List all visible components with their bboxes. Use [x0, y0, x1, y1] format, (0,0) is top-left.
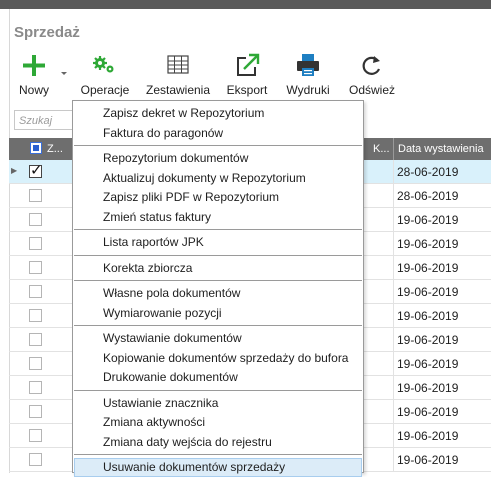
plus-icon [13, 52, 55, 80]
cell-divider [393, 328, 394, 352]
refresh-button-label: Odśwież [348, 83, 395, 97]
row-checkbox[interactable] [29, 213, 42, 226]
menu-item[interactable]: Własne pola dokumentów [74, 284, 362, 303]
search-input[interactable]: Szukaj [14, 110, 74, 130]
menu-item[interactable]: Zmiana aktywności [74, 413, 362, 432]
row-indicator-icon: ▶ [11, 166, 18, 175]
export-arrow-icon [224, 52, 270, 80]
menu-separator [74, 229, 362, 230]
menu-item[interactable]: Kopiowanie dokumentów sprzedaży do bufor… [74, 349, 362, 368]
issue-date-cell: 19-06-2019 [397, 381, 459, 395]
menu-item[interactable]: Wymiarowanie pozycji [74, 304, 362, 323]
column-header-issue-date[interactable]: Data wystawienia [398, 138, 484, 160]
menu-item[interactable]: Zapisz dekret w Repozytorium [74, 104, 362, 123]
row-checkbox[interactable] [29, 261, 42, 274]
menu-separator [74, 389, 362, 391]
row-checkbox[interactable] [29, 161, 43, 179]
menu-item[interactable]: Repozytorium dokumentów [74, 149, 362, 168]
issue-date-cell: 28-06-2019 [397, 189, 459, 203]
cell-divider [393, 256, 394, 280]
menu-item[interactable]: Ustawianie znacznika [74, 394, 362, 413]
menu-item[interactable]: Faktura do paragonów [74, 124, 362, 143]
table-icon [144, 52, 212, 80]
cell-divider [393, 208, 394, 232]
menu-item[interactable]: Zmień status faktury [74, 208, 362, 227]
column-header-z[interactable]: Z... [47, 138, 63, 160]
cell-divider [393, 160, 394, 184]
refresh-icon [347, 52, 397, 80]
menu-separator [74, 145, 362, 146]
menu-separator [74, 280, 362, 281]
menu-item[interactable]: Zapisz pliki PDF w Repozytorium [74, 188, 362, 207]
issue-date-cell: 19-06-2019 [397, 261, 459, 275]
row-checkbox[interactable] [29, 381, 42, 394]
row-checkbox[interactable] [29, 405, 42, 418]
issue-date-cell: 19-06-2019 [397, 429, 459, 443]
menu-item[interactable]: Aktualizuj dokumenty w Repozytorium [74, 169, 362, 188]
export-button[interactable]: Eksport [224, 52, 270, 102]
window-top-bar [0, 0, 491, 9]
cell-divider [393, 376, 394, 400]
printer-icon [283, 52, 333, 80]
row-checkbox[interactable] [29, 357, 42, 370]
export-button-label: Eksport [226, 83, 268, 97]
issue-date-cell: 19-06-2019 [397, 237, 459, 251]
menu-item[interactable]: Usuwanie dokumentów sprzedaży [74, 458, 362, 477]
new-button[interactable]: Nowy [13, 52, 55, 102]
menu-item[interactable]: Drukowanie dokumentów [74, 368, 362, 387]
cell-divider [393, 304, 394, 328]
issue-date-cell: 19-06-2019 [397, 405, 459, 419]
issue-date-cell: 19-06-2019 [397, 357, 459, 371]
page-title: Sprzedaż [14, 24, 80, 41]
new-button-label: Nowy [18, 83, 49, 97]
row-checkbox[interactable] [29, 429, 42, 442]
row-checkbox[interactable] [29, 189, 42, 202]
operations-button[interactable]: Operacje [79, 52, 131, 102]
menu-item[interactable]: Lista raportów JPK [74, 233, 362, 252]
reports-button[interactable]: Zestawienia [144, 52, 212, 102]
menu-item[interactable]: Zmiana daty wejścia do rejestru [74, 433, 362, 452]
cell-divider [393, 424, 394, 448]
menu-item[interactable]: Wystawianie dokumentów [74, 329, 362, 348]
column-divider [393, 138, 394, 160]
operations-button-label: Operacje [80, 83, 130, 97]
row-checkbox[interactable] [29, 309, 42, 322]
row-checkbox[interactable] [29, 453, 42, 466]
menu-separator [74, 254, 362, 256]
issue-date-cell: 19-06-2019 [397, 453, 459, 467]
refresh-button[interactable]: Odśwież [347, 52, 397, 102]
cell-divider [393, 280, 394, 304]
printouts-button[interactable]: Wydruki [283, 52, 333, 102]
cell-divider [393, 448, 394, 472]
cell-divider [393, 184, 394, 208]
row-checkbox[interactable] [29, 285, 42, 298]
menu-separator [74, 454, 362, 455]
printouts-button-label: Wydruki [286, 83, 330, 97]
issue-date-cell: 19-06-2019 [397, 285, 459, 299]
issue-date-cell: 19-06-2019 [397, 309, 459, 323]
cell-divider [393, 352, 394, 376]
cell-divider [393, 400, 394, 424]
new-dropdown-toggle[interactable] [58, 52, 70, 102]
issue-date-cell: 19-06-2019 [397, 333, 459, 347]
menu-item[interactable]: Korekta zbiorcza [74, 259, 362, 278]
menu-separator [74, 325, 362, 326]
row-checkbox[interactable] [29, 237, 42, 250]
gears-icon [79, 52, 131, 80]
issue-date-cell: 19-06-2019 [397, 213, 459, 227]
row-checkbox[interactable] [29, 333, 42, 346]
chevron-down-icon [58, 52, 70, 80]
issue-date-cell: 28-06-2019 [397, 165, 459, 179]
column-header-k[interactable]: K... [373, 138, 390, 160]
reports-button-label: Zestawienia [145, 83, 211, 97]
cell-divider [393, 232, 394, 256]
operations-menu: Zapisz dekret w Repozytorium Faktura do p… [72, 100, 364, 477]
select-all-checkbox[interactable] [30, 142, 42, 154]
